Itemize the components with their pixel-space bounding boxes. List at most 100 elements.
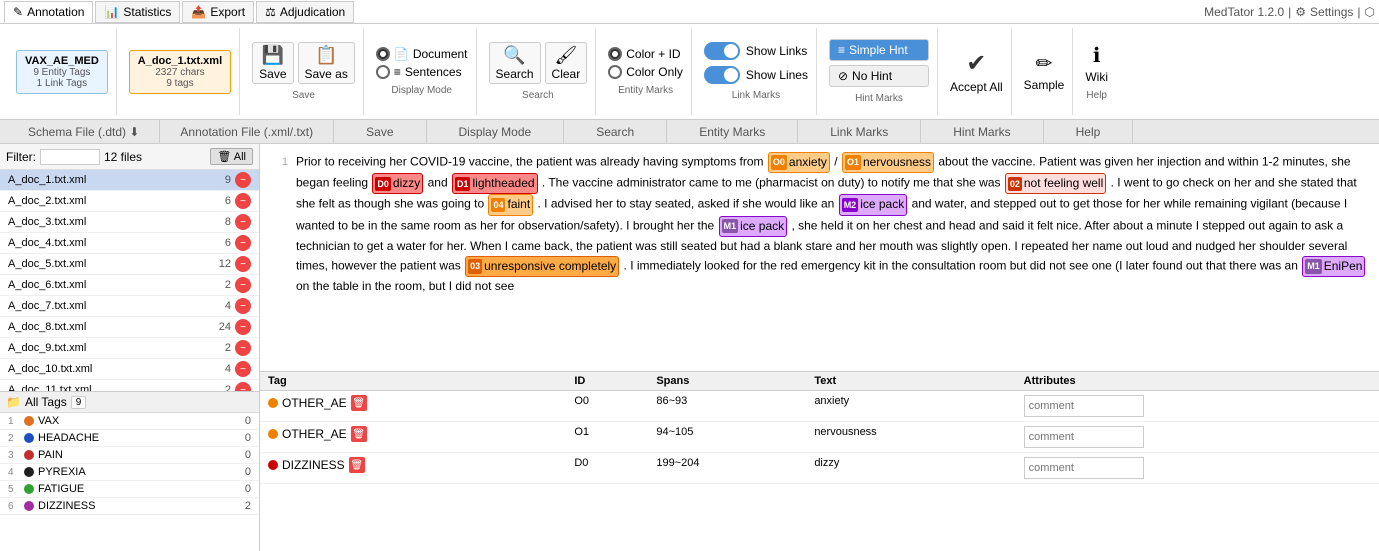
doc-card[interactable]: A_doc_1.txt.xml 2327 chars 9 tags [129, 50, 231, 94]
file-item-remove[interactable]: − [235, 298, 251, 314]
file-list-item[interactable]: A_doc_1.txt.xml 9 − [0, 170, 259, 191]
show-links-toggle[interactable] [704, 42, 740, 60]
show-links-row: Show Links [704, 42, 808, 60]
entity-O1[interactable]: O1nervousness [842, 152, 934, 173]
doc-radio [376, 47, 390, 61]
sent-radio [376, 65, 390, 79]
checkmark-icon: ✔ [966, 49, 986, 78]
filter-input[interactable] [40, 149, 100, 165]
tab-annotation[interactable]: ✎ Annotation [4, 1, 93, 23]
hint-section-label: Hint Marks [855, 93, 903, 104]
entity-04[interactable]: 04faint [488, 194, 533, 215]
tag-dot [268, 429, 278, 439]
color-id-option[interactable]: Color + ID [608, 47, 683, 61]
comment-input[interactable] [1024, 426, 1144, 448]
schema-info2: 1 Link Tags [25, 78, 99, 89]
entity-id-O0: O0 [771, 155, 787, 169]
file-list-item[interactable]: A_doc_6.txt.xml 2 − [0, 275, 259, 296]
sample-group: ✏ Sample [1016, 28, 1074, 115]
entity-M1b[interactable]: M1EniPen [1302, 256, 1365, 277]
gear-icon: ⚙ [1295, 5, 1306, 19]
show-lines-toggle[interactable] [704, 66, 740, 84]
delete-annotation-button[interactable]: 🗑 [351, 395, 367, 411]
file-item-remove[interactable]: − [235, 172, 251, 188]
tag-name: DIZZINESS [38, 500, 231, 512]
tab-export-label: Export [210, 5, 245, 19]
file-item-remove[interactable]: − [235, 319, 251, 335]
color-only-option[interactable]: Color Only [608, 65, 683, 79]
all-button[interactable]: 🗑 All [210, 148, 253, 165]
saveas-button[interactable]: 📋 Save as [298, 42, 355, 84]
file-list-item[interactable]: A_doc_4.txt.xml 6 − [0, 233, 259, 254]
file-item-name: A_doc_6.txt.xml [8, 279, 211, 291]
file-list-item[interactable]: A_doc_3.txt.xml 8 − [0, 212, 259, 233]
file-item-remove[interactable]: − [235, 214, 251, 230]
entity-O0[interactable]: O0anxiety [768, 152, 830, 173]
no-hint-button[interactable]: ⊘ No Hint [829, 65, 929, 87]
file-list-item[interactable]: A_doc_2.txt.xml 6 − [0, 191, 259, 212]
table-row[interactable]: DIZZINESS 🗑 D0 199~204 dizzy [260, 453, 1379, 484]
tag-list-item[interactable]: 3 PAIN 0 [0, 447, 259, 464]
file-item-remove[interactable]: − [235, 340, 251, 356]
entity-id-M1: M1 [722, 219, 739, 233]
tab-adjudication[interactable]: ⚖ Adjudication [256, 1, 354, 23]
save-button[interactable]: 💾 Save [252, 42, 293, 84]
file-list-item[interactable]: A_doc_8.txt.xml 24 − [0, 317, 259, 338]
file-list-item[interactable]: A_doc_9.txt.xml 2 − [0, 338, 259, 359]
simple-hint-button[interactable]: ≡ Simple Hnt [829, 39, 929, 61]
table-row[interactable]: OTHER_AE 🗑 O1 94~105 nervousness [260, 422, 1379, 453]
comment-input[interactable] [1024, 395, 1144, 417]
simple-hint-label: Simple Hnt [849, 43, 908, 57]
search-button[interactable]: 🔍 Search [489, 42, 541, 84]
document-text[interactable]: 1 Prior to receiving her COVID-19 vaccin… [260, 144, 1379, 371]
tag-color-dot [24, 416, 34, 426]
entity-02[interactable]: 02not feeling well [1005, 173, 1106, 194]
entity-D0[interactable]: D0dizzy [372, 173, 423, 194]
nav-tabs: ✎ Annotation 📊 Statistics 📤 Export ⚖ Adj… [4, 1, 354, 23]
file-item-remove[interactable]: − [235, 256, 251, 272]
saveas-icon: 📋 [315, 45, 337, 66]
tag-list-item[interactable]: 4 PYREXIA 0 [0, 464, 259, 481]
file-list-item[interactable]: A_doc_7.txt.xml 4 − [0, 296, 259, 317]
display-doc-option[interactable]: 📄 Document [376, 47, 468, 61]
tags-header-label: All Tags [25, 395, 67, 409]
github-icon[interactable]: ⬡ [1365, 5, 1375, 19]
file-list-item[interactable]: A_doc_10.txt.xml 4 − [0, 359, 259, 380]
tab-statistics[interactable]: 📊 Statistics [95, 1, 180, 23]
line-content: Prior to receiving her COVID-19 vaccine,… [296, 152, 1367, 296]
clear-button[interactable]: 🖌 Clear [545, 42, 588, 84]
file-item-remove[interactable]: − [235, 235, 251, 251]
accept-all-button[interactable]: ✔ Accept All [950, 49, 1003, 94]
hint-buttons: ≡ Simple Hnt ⊘ No Hint [829, 39, 929, 87]
entity-M1[interactable]: M1ice pack [719, 216, 788, 237]
file-item-remove[interactable]: − [235, 361, 251, 377]
top-nav: ✎ Annotation 📊 Statistics 📤 Export ⚖ Adj… [0, 0, 1379, 24]
display-sent-option[interactable]: ≡ Sentences [376, 65, 468, 79]
file-item-remove[interactable]: − [235, 382, 251, 391]
file-item-count: 24 [211, 321, 231, 333]
schema-card[interactable]: VAX_AE_MED 9 Entity Tags 1 Link Tags [16, 50, 108, 94]
delete-annotation-button[interactable]: 🗑 [349, 457, 365, 473]
table-row[interactable]: OTHER_AE 🗑 O0 86~93 anxiety [260, 391, 1379, 422]
link-section-label: Link Marks [732, 90, 780, 101]
entity-M2[interactable]: M2ice pack [839, 194, 908, 215]
tab-export[interactable]: 📤 Export [182, 1, 254, 23]
file-item-remove[interactable]: − [235, 193, 251, 209]
tag-list-item[interactable]: 2 HEADACHE 0 [0, 430, 259, 447]
tag-count: 0 [231, 432, 251, 444]
tag-list-item[interactable]: 1 VAX 0 [0, 413, 259, 430]
entity-D1[interactable]: D1lightheaded [452, 173, 538, 194]
color-only-label: Color Only [626, 65, 683, 79]
comment-input[interactable] [1024, 457, 1144, 479]
sample-button[interactable]: ✏ Sample [1024, 51, 1065, 92]
file-list-item[interactable]: A_doc_5.txt.xml 12 − [0, 254, 259, 275]
entity-03[interactable]: 03unresponsive completely [465, 256, 619, 277]
tag-list-item[interactable]: 5 FATIGUE 0 [0, 481, 259, 498]
tag-list-item[interactable]: 6 DIZZINESS 2 [0, 498, 259, 515]
file-item-remove[interactable]: − [235, 277, 251, 293]
file-list-item[interactable]: A_doc_11.txt.xml 2 − [0, 380, 259, 391]
settings-link[interactable]: Settings [1310, 5, 1353, 19]
wiki-button[interactable]: ℹ Wiki [1085, 43, 1108, 84]
delete-annotation-button[interactable]: 🗑 [351, 426, 367, 442]
no-hint-label: No Hint [852, 69, 892, 83]
